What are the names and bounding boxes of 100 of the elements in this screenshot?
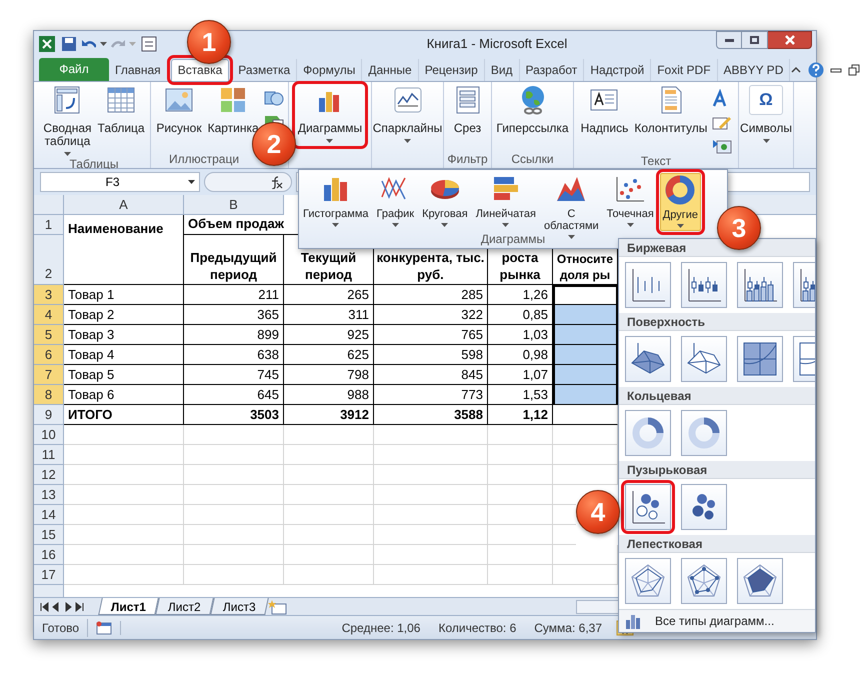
- empty-cell[interactable]: [488, 524, 553, 545]
- chart-type-button[interactable]: Линейчатая: [474, 173, 538, 231]
- row-header[interactable]: 14: [34, 504, 64, 525]
- ribbon-button[interactable]: Сводная таблица: [41, 84, 94, 158]
- ribbon-tab[interactable]: Формулы: [297, 58, 362, 81]
- row-header[interactable]: 4: [34, 304, 64, 325]
- empty-cell[interactable]: [184, 424, 284, 445]
- chart-type-button[interactable]: Другие: [660, 173, 701, 231]
- empty-cell[interactable]: [184, 544, 284, 565]
- ribbon-button[interactable]: Колонтитулы: [632, 84, 710, 137]
- chart-thumbnail[interactable]: [737, 262, 783, 308]
- row-header[interactable]: 9: [34, 404, 64, 425]
- empty-cell[interactable]: [374, 564, 488, 585]
- empty-cell[interactable]: [374, 524, 488, 545]
- empty-cell[interactable]: [488, 564, 553, 585]
- ribbon-button[interactable]: Диаграммы: [296, 84, 364, 145]
- empty-cell[interactable]: [284, 424, 374, 445]
- empty-cell[interactable]: [284, 464, 374, 485]
- sheet-tab[interactable]: Лист2: [155, 598, 214, 616]
- empty-cell[interactable]: [488, 464, 553, 485]
- empty-cell[interactable]: [284, 564, 374, 585]
- row-header[interactable]: 15: [34, 524, 64, 545]
- row-header[interactable]: 1: [34, 214, 64, 235]
- file-tab[interactable]: Файл: [39, 58, 109, 81]
- ribbon-button[interactable]: Ω Символы: [738, 84, 794, 145]
- row-header[interactable]: 5: [34, 324, 64, 345]
- selected-cell[interactable]: [553, 344, 618, 365]
- row-header[interactable]: 8: [34, 384, 64, 405]
- select-all-button[interactable]: [34, 194, 64, 215]
- row-header[interactable]: 16: [34, 544, 64, 565]
- empty-cell[interactable]: [184, 444, 284, 465]
- sheet-tab[interactable]: Лист1: [98, 598, 159, 616]
- sheet-tab[interactable]: Лист3: [210, 598, 268, 616]
- ribbon-button[interactable]: Таблица: [96, 84, 147, 137]
- row-header[interactable]: 12: [34, 464, 64, 485]
- chart-thumbnail[interactable]: [681, 410, 727, 456]
- all-chart-types-link[interactable]: Все типы диаграмм...: [619, 609, 815, 632]
- chart-thumbnail[interactable]: [681, 336, 727, 382]
- selected-cell[interactable]: [553, 384, 618, 405]
- empty-cell[interactable]: [284, 504, 374, 525]
- empty-cell[interactable]: [374, 504, 488, 525]
- selected-cell[interactable]: [553, 304, 618, 325]
- column-header[interactable]: B: [184, 194, 284, 215]
- row-header[interactable]: 3: [34, 284, 64, 305]
- ribbon-button[interactable]: Надпись: [578, 84, 630, 137]
- ribbon-button[interactable]: Рисунок: [154, 84, 204, 137]
- ribbon-tab[interactable]: Вставка: [170, 58, 230, 81]
- ribbon-button[interactable]: Гиперссылка: [494, 84, 571, 137]
- empty-cell[interactable]: [374, 544, 488, 565]
- empty-cell[interactable]: [488, 484, 553, 505]
- chart-type-button[interactable]: График: [374, 173, 416, 231]
- empty-cell[interactable]: [284, 484, 374, 505]
- chart-thumbnail[interactable]: [625, 410, 671, 456]
- column-header[interactable]: A: [64, 194, 184, 215]
- row-header[interactable]: 2: [34, 234, 64, 285]
- row-header[interactable]: 7: [34, 364, 64, 385]
- empty-cell[interactable]: [374, 464, 488, 485]
- empty-cell[interactable]: [184, 504, 284, 525]
- chart-type-button[interactable]: С областями: [542, 173, 601, 231]
- row-header[interactable]: 17: [34, 564, 64, 585]
- empty-cell[interactable]: [284, 524, 374, 545]
- chart-thumbnail[interactable]: [681, 484, 727, 530]
- empty-cell[interactable]: [284, 544, 374, 565]
- minimize-button[interactable]: [716, 31, 742, 49]
- chart-type-button[interactable]: Круговая: [420, 173, 470, 231]
- chart-type-button[interactable]: Гистограмма: [301, 173, 371, 231]
- chart-thumbnail[interactable]: [737, 336, 783, 382]
- empty-cell[interactable]: [184, 524, 284, 545]
- formula-controls[interactable]: [204, 172, 292, 192]
- ribbon-button[interactable]: Срез: [448, 84, 486, 137]
- chart-thumbnail[interactable]: [681, 262, 727, 308]
- row-header[interactable]: 13: [34, 484, 64, 505]
- row-header[interactable]: 6: [34, 344, 64, 365]
- chart-type-button[interactable]: Точечная: [604, 173, 656, 231]
- empty-cell[interactable]: [184, 464, 284, 485]
- ribbon-button[interactable]: Спарклайны: [370, 84, 444, 145]
- empty-cell[interactable]: [184, 484, 284, 505]
- chart-thumbnail[interactable]: [625, 262, 671, 308]
- name-box[interactable]: F3: [40, 172, 200, 192]
- empty-cell[interactable]: [284, 444, 374, 465]
- selected-cell[interactable]: [553, 324, 618, 345]
- chart-thumbnail[interactable]: [737, 558, 783, 604]
- empty-cell[interactable]: [184, 564, 284, 585]
- chart-thumbnail[interactable]: [625, 336, 671, 382]
- table-cell-text: 765: [461, 326, 483, 344]
- empty-cell[interactable]: [488, 504, 553, 525]
- empty-cell[interactable]: [374, 444, 488, 465]
- row-header[interactable]: 10: [34, 424, 64, 445]
- close-button[interactable]: [768, 31, 812, 49]
- maximize-button[interactable]: [742, 31, 768, 49]
- empty-cell[interactable]: [488, 424, 553, 445]
- chart-thumbnail[interactable]: [681, 558, 727, 604]
- selected-cell[interactable]: [553, 284, 618, 305]
- row-header[interactable]: 11: [34, 444, 64, 465]
- empty-cell[interactable]: [374, 484, 488, 505]
- selected-cell[interactable]: [553, 364, 618, 385]
- empty-cell[interactable]: [488, 444, 553, 465]
- empty-cell[interactable]: [488, 544, 553, 565]
- empty-cell[interactable]: [374, 424, 488, 445]
- chart-thumbnail[interactable]: [625, 558, 671, 604]
